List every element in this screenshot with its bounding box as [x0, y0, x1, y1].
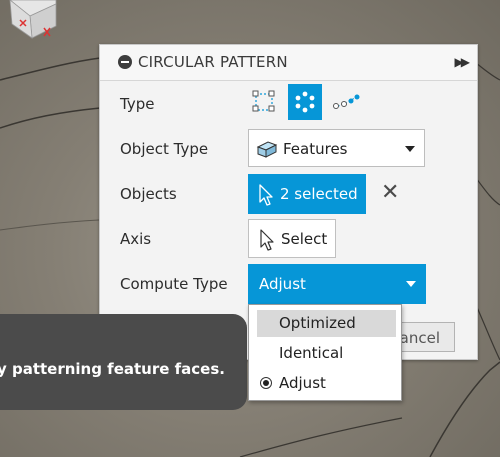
- radio-checked-icon: [260, 377, 272, 389]
- compute-type-label: Compute Type: [120, 275, 228, 293]
- objects-selection-button[interactable]: 2 selected: [248, 174, 366, 214]
- type-label: Type: [120, 95, 155, 113]
- objects-label: Objects: [120, 185, 177, 203]
- cancel-label: ancel: [399, 329, 440, 347]
- expand-icon[interactable]: ▶▶: [455, 55, 471, 69]
- type-faces-button[interactable]: [247, 84, 281, 120]
- object-type-label: Object Type: [120, 140, 209, 158]
- collapse-icon[interactable]: [118, 55, 132, 69]
- compute-type-value: Adjust: [259, 275, 306, 293]
- menu-item-adjust[interactable]: Adjust: [257, 370, 396, 397]
- type-bodies-button[interactable]: [329, 84, 363, 120]
- axis-value: Select: [281, 230, 328, 248]
- tooltip-text: y patterning feature faces.: [0, 360, 225, 378]
- axis-label: Axis: [120, 230, 152, 248]
- objects-count: 2 selected: [280, 185, 358, 203]
- dialog-header: CIRCULAR PATTERN ▶▶: [100, 45, 477, 81]
- menu-item-identical[interactable]: Identical: [257, 340, 396, 367]
- compute-type-dropdown[interactable]: Adjust: [248, 264, 426, 304]
- axis-selection-button[interactable]: Select: [248, 219, 336, 258]
- feature-solid-icon: [256, 141, 278, 158]
- chevron-down-icon: [406, 281, 416, 287]
- clear-selection-icon[interactable]: ✕: [381, 182, 399, 204]
- cursor-arrow-icon: [259, 184, 273, 206]
- object-type-dropdown[interactable]: Features: [248, 129, 425, 167]
- type-features-button[interactable]: [288, 84, 322, 120]
- chevron-down-icon: [405, 146, 415, 152]
- faces-pattern-icon: [252, 90, 275, 112]
- menu-item-label: Adjust: [279, 374, 326, 392]
- features-pattern-icon: [295, 91, 315, 113]
- menu-item-label: Identical: [279, 344, 344, 362]
- viewcube-icon[interactable]: [0, 0, 64, 40]
- cursor-arrow-icon: [260, 229, 274, 251]
- dialog-title: CIRCULAR PATTERN: [138, 53, 288, 71]
- compute-type-menu: Optimized Identical Adjust: [248, 304, 402, 401]
- menu-item-optimized[interactable]: Optimized: [257, 310, 396, 337]
- object-type-value: Features: [283, 140, 348, 158]
- menu-item-label: Optimized: [279, 314, 356, 332]
- tooltip: y patterning feature faces.: [0, 314, 247, 410]
- bodies-pattern-icon: [333, 94, 360, 109]
